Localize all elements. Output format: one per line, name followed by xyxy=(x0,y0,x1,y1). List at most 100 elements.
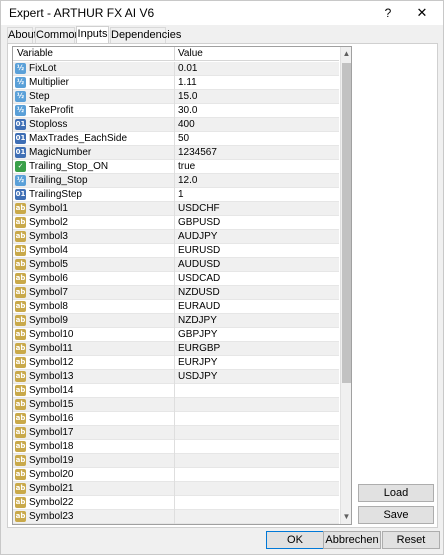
variable-value[interactable]: USDJPY xyxy=(178,371,217,382)
double-icon: ½ xyxy=(15,175,26,186)
variable-value[interactable]: 12.0 xyxy=(178,175,197,186)
table-row[interactable]: ab Symbol10 GBPJPY xyxy=(13,328,339,342)
table-row[interactable]: ab Symbol2 GBPUSD xyxy=(13,216,339,230)
variable-value[interactable]: 0.01 xyxy=(178,63,197,74)
variable-name: Symbol2 xyxy=(29,217,68,228)
help-button[interactable]: ? xyxy=(377,4,399,22)
table-row[interactable]: 01 Stoploss 400 xyxy=(13,118,339,132)
inputs-panel: Variable Value ½ FixLot 0.01 ½ Multiplier 1.1… xyxy=(7,43,438,528)
variable-name: Symbol7 xyxy=(29,287,68,298)
variable-value[interactable]: 15.0 xyxy=(178,91,197,102)
variable-name: Symbol10 xyxy=(29,329,74,340)
table-row[interactable]: ½ Step 15.0 xyxy=(13,90,339,104)
tab-inputs[interactable]: Inputs xyxy=(76,26,109,44)
table-row[interactable]: ab Symbol20 xyxy=(13,468,339,482)
table-row[interactable]: ab Symbol14 xyxy=(13,384,339,398)
double-icon: ½ xyxy=(15,77,26,88)
variable-value[interactable]: 1 xyxy=(178,189,184,200)
table-row[interactable]: ab Symbol21 xyxy=(13,482,339,496)
variable-value[interactable]: 30.0 xyxy=(178,105,197,116)
cell-divider xyxy=(174,370,175,384)
variable-value[interactable]: 400 xyxy=(178,119,195,130)
load-button[interactable]: Load xyxy=(358,484,434,502)
reset-button[interactable]: Reset xyxy=(382,531,440,549)
table-row[interactable]: ab Symbol16 xyxy=(13,412,339,426)
variable-value[interactable]: 1234567 xyxy=(178,147,217,158)
table-row[interactable]: ab Symbol22 xyxy=(13,496,339,510)
cell-divider xyxy=(174,384,175,398)
string-icon: ab xyxy=(15,413,26,424)
cell-divider xyxy=(174,398,175,412)
table-row[interactable]: ab Symbol9 NZDJPY xyxy=(13,314,339,328)
scroll-down-arrow-icon[interactable]: ▼ xyxy=(341,510,351,524)
table-row[interactable]: 01 TrailingStep 1 xyxy=(13,188,339,202)
variable-name: Trailing_Stop xyxy=(29,175,88,186)
cancel-button[interactable]: Abbrechen xyxy=(323,531,381,549)
table-row[interactable]: ab Symbol7 NZDUSD xyxy=(13,286,339,300)
variable-value[interactable]: EURUSD xyxy=(178,245,220,256)
tab-common[interactable]: Common xyxy=(35,27,81,43)
string-icon: ab xyxy=(15,483,26,494)
table-row[interactable]: ab Symbol3 AUDJPY xyxy=(13,230,339,244)
table-row[interactable]: ab Symbol8 EURAUD xyxy=(13,300,339,314)
table-row[interactable]: ab Symbol4 EURUSD xyxy=(13,244,339,258)
variable-value[interactable]: USDCHF xyxy=(178,203,220,214)
variable-value[interactable]: 1.11 xyxy=(178,77,197,88)
variable-value[interactable]: EURGBP xyxy=(178,343,220,354)
save-button[interactable]: Save xyxy=(358,506,434,524)
int-icon: 01 xyxy=(15,147,26,158)
tab-about[interactable]: About xyxy=(7,27,37,43)
table-row[interactable]: ½ Trailing_Stop 12.0 xyxy=(13,174,339,188)
variable-value[interactable]: GBPUSD xyxy=(178,217,220,228)
table-row[interactable]: ½ Multiplier 1.11 xyxy=(13,76,339,90)
table-row[interactable]: ½ FixLot 0.01 xyxy=(13,62,339,76)
column-divider[interactable] xyxy=(174,47,175,61)
variable-value[interactable]: EURJPY xyxy=(178,357,217,368)
string-icon: ab xyxy=(15,259,26,270)
table-row[interactable]: ab Symbol17 xyxy=(13,426,339,440)
close-button[interactable]: ✕ xyxy=(409,4,435,22)
table-row[interactable]: ab Symbol15 xyxy=(13,398,339,412)
variable-name: Symbol15 xyxy=(29,399,74,410)
table-row[interactable]: ab Symbol11 EURGBP xyxy=(13,342,339,356)
variable-value[interactable]: NZDUSD xyxy=(178,287,220,298)
variable-value[interactable]: NZDJPY xyxy=(178,315,217,326)
scroll-up-arrow-icon[interactable]: ▲ xyxy=(341,47,351,61)
table-row[interactable]: 01 MaxTrades_EachSide 50 xyxy=(13,132,339,146)
variable-value[interactable]: 50 xyxy=(178,133,189,144)
vertical-scrollbar[interactable]: ▲ ▼ xyxy=(340,47,351,524)
variable-name: MagicNumber xyxy=(29,147,92,158)
table-row[interactable]: ✓ Trailing_Stop_ON true xyxy=(13,160,339,174)
table-row[interactable]: ab Symbol13 USDJPY xyxy=(13,370,339,384)
tab-dependencies[interactable]: Dependencies xyxy=(110,27,181,43)
variable-value[interactable]: EURAUD xyxy=(178,301,220,312)
cell-divider xyxy=(174,482,175,496)
table-row[interactable]: 01 MagicNumber 1234567 xyxy=(13,146,339,160)
table-row[interactable]: ab Symbol23 xyxy=(13,510,339,524)
table-row[interactable]: ab Symbol6 USDCAD xyxy=(13,272,339,286)
cell-divider xyxy=(174,342,175,356)
cell-divider xyxy=(174,174,175,188)
table-row[interactable]: ab Symbol12 EURJPY xyxy=(13,356,339,370)
table-row[interactable]: ab Symbol5 AUDUSD xyxy=(13,258,339,272)
int-icon: 01 xyxy=(15,119,26,130)
column-header-variable[interactable]: Variable xyxy=(17,48,53,59)
variable-value[interactable]: true xyxy=(178,161,195,172)
variable-name: Symbol20 xyxy=(29,469,74,480)
table-row[interactable]: ab Symbol1 USDCHF xyxy=(13,202,339,216)
column-header-value[interactable]: Value xyxy=(178,48,203,59)
cell-divider xyxy=(174,76,175,90)
variable-value[interactable]: USDCAD xyxy=(178,273,220,284)
cell-divider xyxy=(174,454,175,468)
scroll-thumb[interactable] xyxy=(342,63,351,383)
variable-value[interactable]: GBPJPY xyxy=(178,329,217,340)
variable-value[interactable]: AUDUSD xyxy=(178,259,220,270)
variable-name: Symbol12 xyxy=(29,357,74,368)
string-icon: ab xyxy=(15,497,26,508)
variable-value[interactable]: AUDJPY xyxy=(178,231,217,242)
ok-button[interactable]: OK xyxy=(266,531,324,549)
table-row[interactable]: ab Symbol18 xyxy=(13,440,339,454)
table-row[interactable]: ½ TakeProfit 30.0 xyxy=(13,104,339,118)
table-row[interactable]: ab Symbol19 xyxy=(13,454,339,468)
string-icon: ab xyxy=(15,287,26,298)
